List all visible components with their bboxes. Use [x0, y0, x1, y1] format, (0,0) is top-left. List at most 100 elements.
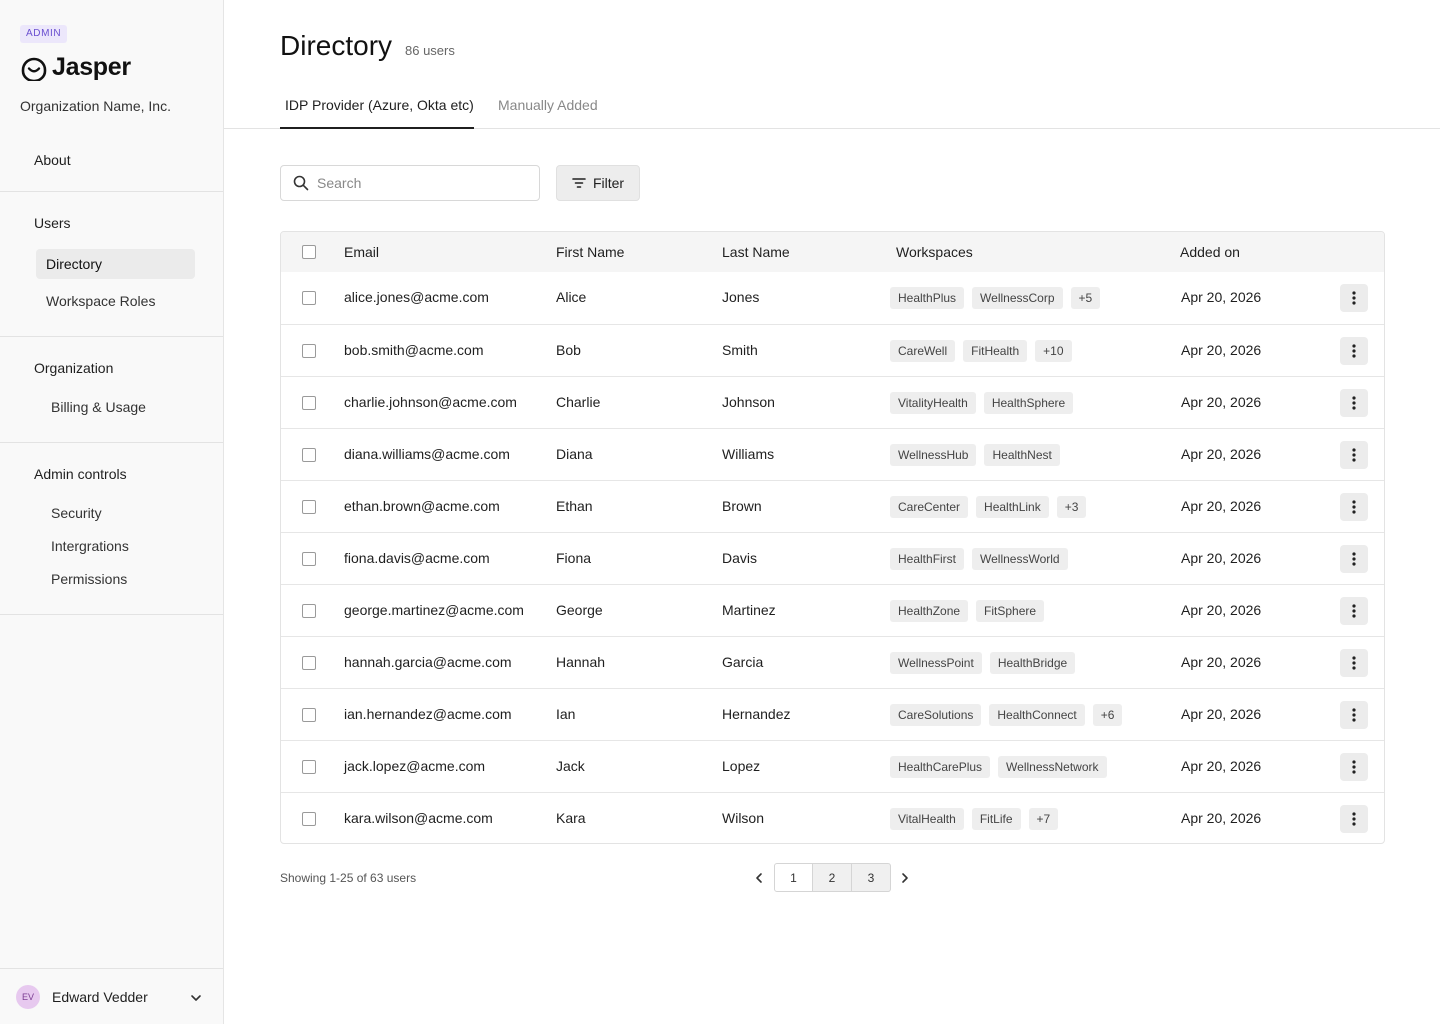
- more-vertical-icon: [1352, 500, 1356, 514]
- page-button-1[interactable]: 1: [774, 863, 813, 892]
- last-name-cell: Garcia: [722, 654, 764, 670]
- sidebar-item-permissions[interactable]: Permissions: [51, 571, 127, 587]
- row-checkbox[interactable]: [302, 708, 316, 722]
- row-actions-button[interactable]: [1340, 389, 1368, 417]
- row-checkbox[interactable]: [302, 291, 316, 305]
- row-actions-button[interactable]: [1340, 493, 1368, 521]
- table-row[interactable]: ethan.brown@acme.com Ethan Brown Apr 20, 20…: [281, 480, 1384, 532]
- pagination: 1 2 3: [774, 863, 891, 892]
- workspace-more-chip[interactable]: +5: [1070, 287, 1101, 309]
- email-cell: hannah.garcia@acme.com: [344, 654, 512, 670]
- row-actions-button[interactable]: [1340, 337, 1368, 365]
- chevron-left-icon[interactable]: [753, 871, 765, 885]
- page-button-2[interactable]: 2: [813, 863, 852, 892]
- email-cell: ian.hernandez@acme.com: [344, 706, 512, 722]
- search-input[interactable]: [317, 175, 517, 191]
- user-menu[interactable]: EV Edward Vedder: [0, 968, 223, 1024]
- tab-manually-added[interactable]: Manually Added: [498, 97, 598, 113]
- row-checkbox[interactable]: [302, 396, 316, 410]
- more-vertical-icon: [1352, 708, 1356, 722]
- brand-logo[interactable]: Jasper: [20, 53, 131, 82]
- added-on-cell: Apr 20, 2026: [1181, 289, 1262, 305]
- table-row[interactable]: fiona.davis@acme.com Fiona Davis Apr 20, 20…: [281, 532, 1384, 584]
- user-name: Edward Vedder: [52, 988, 148, 1005]
- added-on-cell: Apr 20, 2026: [1181, 342, 1262, 358]
- sidebar-item-security[interactable]: Security: [51, 505, 102, 521]
- workspace-more-chip[interactable]: +6: [1092, 704, 1123, 726]
- table-row[interactable]: jack.lopez@acme.com Jack Lopez Apr 20, 2026…: [281, 740, 1384, 792]
- filter-label: Filter: [592, 175, 625, 191]
- page-button-3[interactable]: 3: [852, 863, 891, 892]
- row-checkbox[interactable]: [302, 500, 316, 514]
- row-checkbox[interactable]: [302, 552, 316, 566]
- last-name-cell: Williams: [722, 446, 775, 462]
- row-actions-button[interactable]: [1340, 753, 1368, 781]
- added-on-cell: Apr 20, 2026: [1181, 602, 1262, 618]
- last-name-cell: Davis: [722, 550, 758, 566]
- column-header-last-name[interactable]: Last Name: [722, 244, 790, 260]
- table-row[interactable]: george.martinez@acme.com George Martinez Ap…: [281, 584, 1384, 636]
- table-row[interactable]: alice.jones@acme.com Alice Jones Apr 20, 20…: [281, 272, 1384, 324]
- added-on-cell: Apr 20, 2026: [1181, 706, 1262, 722]
- nav-divider: [0, 614, 223, 615]
- workspace-chips: CareCenter HealthLink +3: [890, 496, 1087, 518]
- row-actions-button[interactable]: [1340, 805, 1368, 833]
- sidebar-item-directory[interactable]: Directory: [36, 249, 195, 279]
- more-vertical-icon: [1352, 344, 1356, 358]
- table-row[interactable]: hannah.garcia@acme.com Hannah Garcia Apr 20…: [281, 636, 1384, 688]
- nav-about[interactable]: About: [34, 152, 71, 168]
- table-row[interactable]: kara.wilson@acme.com Kara Wilson Apr 20, 20…: [281, 792, 1384, 843]
- added-on-cell: Apr 20, 2026: [1181, 758, 1262, 774]
- row-checkbox[interactable]: [302, 604, 316, 618]
- column-header-first-name[interactable]: First Name: [556, 244, 624, 260]
- chevron-right-icon[interactable]: [899, 871, 911, 885]
- tab-idp-provider[interactable]: IDP Provider (Azure, Okta etc): [285, 97, 474, 113]
- workspace-more-chip[interactable]: +3: [1056, 496, 1087, 518]
- added-on-cell: Apr 20, 2026: [1181, 654, 1262, 670]
- row-checkbox[interactable]: [302, 656, 316, 670]
- workspace-more-chip[interactable]: +10: [1035, 340, 1072, 362]
- workspace-chips: HealthPlus WellnessCorp +5: [890, 287, 1101, 309]
- workspace-chip: VitalityHealth: [890, 392, 976, 414]
- row-checkbox[interactable]: [302, 812, 316, 826]
- row-actions-button[interactable]: [1340, 649, 1368, 677]
- table-row[interactable]: ian.hernandez@acme.com Ian Hernandez Apr 20…: [281, 688, 1384, 740]
- email-cell: alice.jones@acme.com: [344, 289, 489, 305]
- filter-button[interactable]: Filter: [556, 165, 640, 201]
- row-checkbox[interactable]: [302, 448, 316, 462]
- chevron-down-icon[interactable]: [189, 991, 203, 1005]
- sidebar-item-workspace-roles[interactable]: Workspace Roles: [46, 293, 155, 309]
- more-vertical-icon: [1352, 448, 1356, 462]
- row-actions-button[interactable]: [1340, 441, 1368, 469]
- select-all-checkbox[interactable]: [302, 245, 316, 259]
- sidebar-item-billing-usage[interactable]: Billing & Usage: [51, 399, 146, 415]
- added-on-cell: Apr 20, 2026: [1181, 394, 1262, 410]
- workspace-chip: HealthFirst: [890, 548, 965, 570]
- first-name-cell: Fiona: [556, 550, 592, 566]
- column-header-added-on[interactable]: Added on: [1180, 244, 1240, 260]
- last-name-cell: Smith: [722, 342, 758, 358]
- email-cell: charlie.johnson@acme.com: [344, 394, 517, 410]
- sidebar-item-integrations[interactable]: Intergrations: [51, 538, 129, 554]
- brand-name: Jasper: [52, 53, 131, 81]
- table-row[interactable]: charlie.johnson@acme.com Charlie Johnson Ap…: [281, 376, 1384, 428]
- email-cell: ethan.brown@acme.com: [344, 498, 500, 514]
- row-actions-button[interactable]: [1340, 701, 1368, 729]
- workspace-more-chip[interactable]: +7: [1028, 808, 1059, 830]
- last-name-cell: Wilson: [722, 810, 765, 826]
- column-header-email[interactable]: Email: [344, 244, 379, 260]
- row-checkbox[interactable]: [302, 344, 316, 358]
- row-actions-button[interactable]: [1340, 545, 1368, 573]
- row-actions-button[interactable]: [1340, 284, 1368, 312]
- row-actions-button[interactable]: [1340, 597, 1368, 625]
- workspace-chip: CareSolutions: [890, 704, 982, 726]
- table-row[interactable]: diana.williams@acme.com Diana Williams Apr …: [281, 428, 1384, 480]
- column-header-workspaces[interactable]: Workspaces: [896, 244, 973, 260]
- workspace-chip: WellnessCorp: [972, 287, 1063, 309]
- last-name-cell: Johnson: [722, 394, 775, 410]
- search-box[interactable]: [280, 165, 540, 201]
- workspace-chip: WellnessNetwork: [998, 756, 1107, 778]
- row-checkbox[interactable]: [302, 760, 316, 774]
- table-row[interactable]: bob.smith@acme.com Bob Smith Apr 20, 2026 Ca…: [281, 324, 1384, 376]
- jasper-logo-icon: [21, 57, 47, 81]
